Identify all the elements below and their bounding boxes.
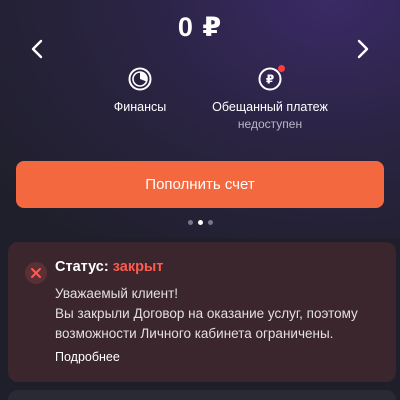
chevron-right-icon [357,39,369,59]
finances-label: Финансы [113,100,167,114]
chevron-left-icon [31,39,43,59]
notification-badge [278,65,285,72]
status-prefix: Статус: [55,259,109,275]
page-dot-active[interactable] [197,220,203,225]
next-account-button[interactable] [350,36,376,62]
promised-payment-sublabel: недоступен [237,117,303,131]
status-text: Вы закрыли Договор на оказание услуг, по… [55,306,358,341]
promised-payment-icon-wrap: ₽ [257,65,285,92]
more-link[interactable]: Подробнее [55,350,120,364]
prev-account-button[interactable] [24,36,50,62]
top-up-button[interactable]: Пополнить счет [16,161,384,208]
status-message: Уважаемый клиент! Вы закрыли Договор на … [55,284,385,344]
svg-text:₽: ₽ [266,73,274,87]
balance-amount: 0 ₽ [177,12,223,42]
pie-chart-icon [128,67,152,91]
finances-icon-wrap [127,66,153,92]
finances-button[interactable]: Финансы [110,66,170,114]
page-indicator [0,220,400,225]
status-greeting: Уважаемый клиент! [55,286,179,301]
next-card [8,390,396,400]
status-line: Статус: закрыт [55,259,163,275]
status-card: Статус: закрыт Уважаемый клиент! Вы закр… [8,242,396,382]
promised-payment-label: Обещанный платеж [212,100,328,114]
promised-payment-button[interactable]: ₽ Обещанный платеж недоступен [195,65,345,131]
page-dot[interactable] [207,220,213,225]
close-circle-icon [25,262,47,284]
page-dot[interactable] [187,220,193,225]
status-value: закрыт [112,259,164,275]
